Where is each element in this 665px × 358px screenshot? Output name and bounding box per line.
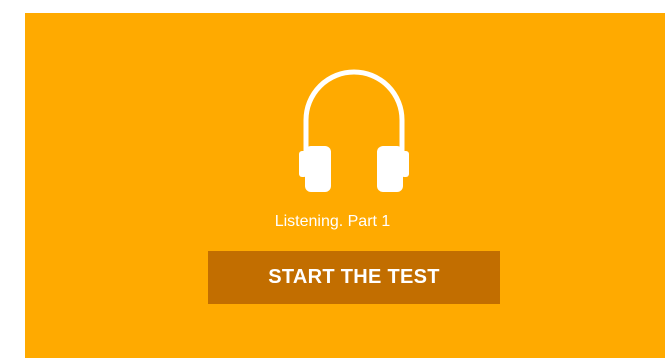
activity-title: Listening. Part 1 <box>274 213 391 230</box>
start-test-button[interactable]: START THE TEST <box>208 251 500 304</box>
listening-card <box>25 13 665 358</box>
headphones-icon <box>299 69 409 192</box>
page: Listening. Part 1 START THE TEST <box>0 0 665 358</box>
